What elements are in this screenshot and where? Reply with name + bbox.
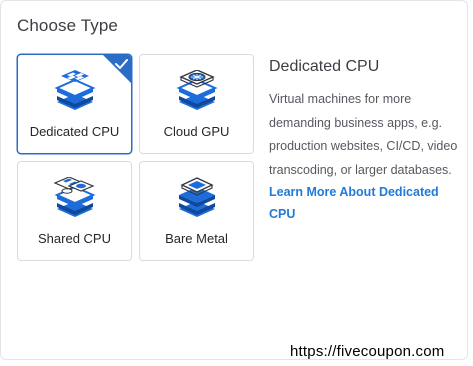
selected-type-description: Virtual machines for more demanding busi… (269, 92, 458, 177)
type-card-label: Shared CPU (38, 231, 111, 246)
cloud-gpu-icon (176, 70, 217, 110)
dedicated-cpu-icon (54, 70, 95, 110)
selected-type-title: Dedicated CPU (269, 58, 380, 75)
type-card-label: Bare Metal (165, 231, 228, 246)
choose-type-panel: Choose Type Dedicated CPU Cloud GPU Shar… (0, 0, 468, 360)
type-card-label: Cloud GPU (163, 124, 230, 139)
learn-more-link[interactable]: Learn More About Dedicated CPU (269, 181, 459, 225)
type-card-shared-cpu[interactable]: Shared CPU (17, 161, 132, 261)
type-card-dedicated-cpu[interactable]: Dedicated CPU (17, 54, 132, 154)
watermark-text: https://fivecoupon.com (290, 343, 445, 360)
shared-cpu-icon (52, 177, 95, 217)
bare-metal-icon (178, 177, 215, 217)
type-card-cloud-gpu[interactable]: Cloud GPU (139, 54, 254, 154)
type-card-bare-metal[interactable]: Bare Metal (139, 161, 254, 261)
section-title: Choose Type (17, 16, 118, 35)
type-card-label: Dedicated CPU (29, 124, 120, 139)
selected-check-icon (103, 55, 131, 83)
